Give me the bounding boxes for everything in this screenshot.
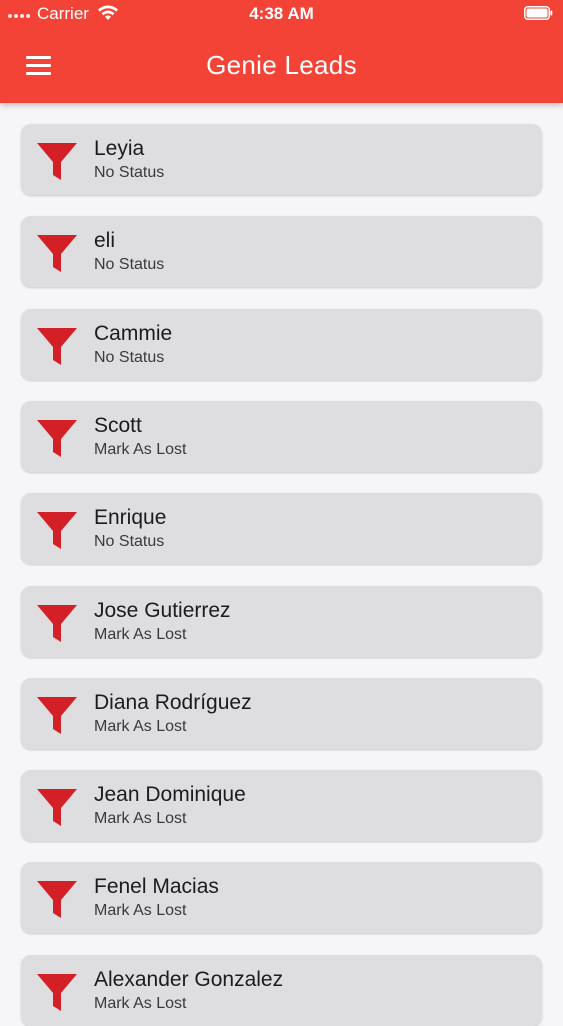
- page-title: Genie Leads: [206, 50, 357, 80]
- funnel-icon: [37, 328, 77, 365]
- lead-name: Scott: [94, 414, 142, 437]
- lead-card[interactable]: Leyia No Status: [21, 124, 542, 195]
- app-bar: Genie Leads: [0, 30, 563, 103]
- lead-card[interactable]: Scott Mark As Lost: [21, 401, 542, 472]
- funnel-icon: [37, 512, 77, 549]
- lead-card[interactable]: Alexander Gonzalez Mark As Lost: [21, 955, 542, 1026]
- lead-card[interactable]: Jose Gutierrez Mark As Lost: [21, 586, 542, 657]
- lead-name: Leyia: [94, 137, 145, 160]
- lead-status: No Status: [94, 533, 165, 550]
- status-bar: Carrier 4:38 AM: [0, 0, 563, 30]
- funnel-icon: [37, 789, 77, 826]
- lead-name: Fenel Macias: [94, 875, 219, 898]
- funnel-icon: [37, 143, 77, 180]
- lead-status: No Status: [94, 164, 165, 181]
- lead-card[interactable]: Fenel Macias Mark As Lost: [21, 862, 542, 933]
- lead-name: eli: [94, 229, 116, 252]
- lead-status: Mark As Lost: [94, 902, 187, 919]
- lead-status: Mark As Lost: [94, 995, 187, 1012]
- lead-card[interactable]: Diana Rodríguez Mark As Lost: [21, 678, 542, 749]
- lead-status: No Status: [94, 256, 165, 273]
- lead-name: Enrique: [94, 506, 167, 529]
- lead-status: Mark As Lost: [94, 441, 187, 458]
- lead-card[interactable]: Jean Dominique Mark As Lost: [21, 770, 542, 841]
- lead-status: Mark As Lost: [94, 626, 187, 643]
- lead-name: Cammie: [94, 322, 173, 345]
- lead-name: Jose Gutierrez: [94, 599, 231, 622]
- lead-status: Mark As Lost: [94, 718, 187, 735]
- lead-card[interactable]: eli No Status: [21, 216, 542, 287]
- lead-name: Diana Rodríguez: [94, 691, 252, 714]
- funnel-icon: [37, 420, 77, 457]
- funnel-icon: [37, 697, 77, 734]
- lead-name: Alexander Gonzalez: [94, 968, 284, 991]
- status-time: 4:38 AM: [249, 4, 314, 23]
- lead-card[interactable]: Cammie No Status: [21, 309, 542, 380]
- battery-icon: [524, 6, 553, 20]
- funnel-icon: [37, 881, 77, 918]
- funnel-icon: [37, 974, 77, 1011]
- lead-status: No Status: [94, 349, 165, 366]
- funnel-icon: [37, 235, 77, 272]
- lead-status: Mark As Lost: [94, 810, 187, 827]
- lead-name: Jean Dominique: [94, 783, 246, 806]
- funnel-icon: [37, 605, 77, 642]
- top-bar: Carrier 4:38 AM Genie Leads: [0, 0, 563, 103]
- lead-card[interactable]: Enrique No Status: [21, 493, 542, 564]
